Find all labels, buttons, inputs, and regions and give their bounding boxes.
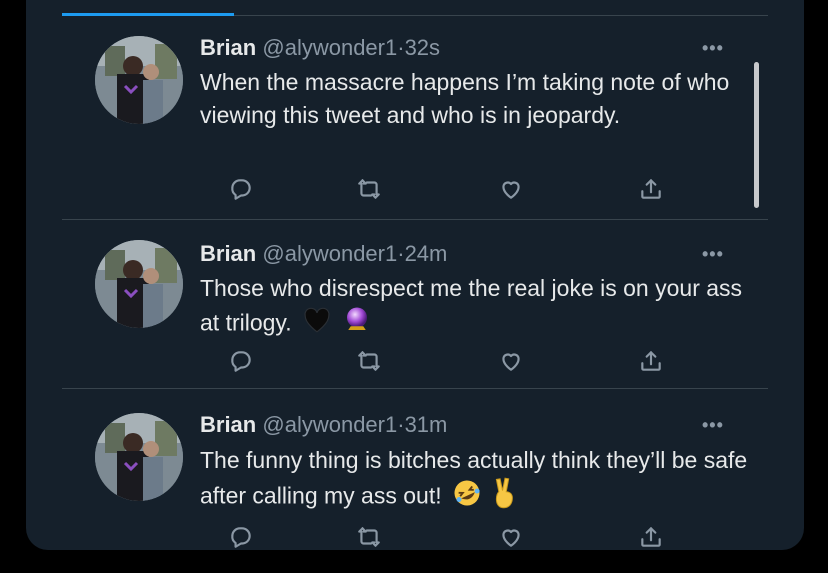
reply-icon[interactable] — [228, 348, 256, 376]
like-icon[interactable] — [498, 176, 526, 204]
tweet[interactable]: Brian @alywonder1·31m ••• The funny thin… — [26, 389, 804, 550]
victory-hand-icon — [492, 477, 518, 518]
tweet-actions — [200, 176, 661, 204]
tweet-timestamp[interactable]: 24m — [405, 241, 448, 266]
author-name[interactable]: Brian — [200, 35, 256, 60]
tweet-text: When the massacre happens I’m taking not… — [200, 66, 760, 132]
like-icon[interactable] — [498, 348, 526, 376]
separator-dot: · — [397, 35, 405, 60]
avatar[interactable] — [95, 413, 183, 501]
tweet-timestamp[interactable]: 31m — [405, 412, 448, 437]
tweet-actions — [200, 348, 661, 376]
tweet-header: Brian @alywonder1·31m — [200, 411, 447, 439]
avatar-photo — [95, 36, 183, 124]
separator-dot: · — [397, 412, 405, 437]
tweet-text: Those who disrespect me the real joke is… — [200, 272, 760, 344]
crystal-ball-icon — [342, 305, 372, 344]
share-icon[interactable] — [638, 176, 666, 204]
avatar-photo — [95, 413, 183, 501]
rolling-laughing-face-icon — [452, 478, 482, 517]
avatar[interactable] — [95, 240, 183, 328]
avatar[interactable] — [95, 36, 183, 124]
more-options-icon[interactable]: ••• — [702, 38, 724, 59]
share-icon[interactable] — [638, 524, 666, 550]
reply-icon[interactable] — [228, 524, 256, 550]
author-handle[interactable]: @alywonder1 — [262, 412, 397, 437]
retweet-icon[interactable] — [356, 348, 384, 376]
author-name[interactable]: Brian — [200, 241, 256, 266]
retweet-icon[interactable] — [356, 176, 384, 204]
separator-dot: · — [397, 241, 405, 266]
author-handle[interactable]: @alywonder1 — [262, 35, 397, 60]
tweet-text-content: When the massacre happens I’m taking not… — [200, 69, 730, 128]
tweet-text-content: Those who disrespect me the real joke is… — [200, 275, 743, 336]
tweet-timestamp[interactable]: 32s — [405, 35, 440, 60]
black-heart-icon — [302, 307, 332, 342]
more-options-icon[interactable]: ••• — [702, 244, 724, 265]
more-options-icon[interactable]: ••• — [702, 415, 724, 436]
tweet[interactable]: Brian @alywonder1·24m ••• Those who disr… — [26, 220, 804, 389]
share-icon[interactable] — [638, 348, 666, 376]
author-name[interactable]: Brian — [200, 412, 256, 437]
tweet-actions — [200, 524, 661, 550]
tweet-text: The funny thing is bitches actually thin… — [200, 444, 760, 518]
retweet-icon[interactable] — [356, 524, 384, 550]
tweet-timeline: Brian @alywonder1·32s ••• When the massa… — [26, 0, 804, 550]
reply-icon[interactable] — [228, 176, 256, 204]
author-handle[interactable]: @alywonder1 — [262, 241, 397, 266]
tweet-header: Brian @alywonder1·24m — [200, 240, 447, 268]
like-icon[interactable] — [498, 524, 526, 550]
avatar-photo — [95, 240, 183, 328]
tweet-header: Brian @alywonder1·32s — [200, 34, 440, 62]
tweet[interactable]: Brian @alywonder1·32s ••• When the massa… — [26, 0, 804, 220]
